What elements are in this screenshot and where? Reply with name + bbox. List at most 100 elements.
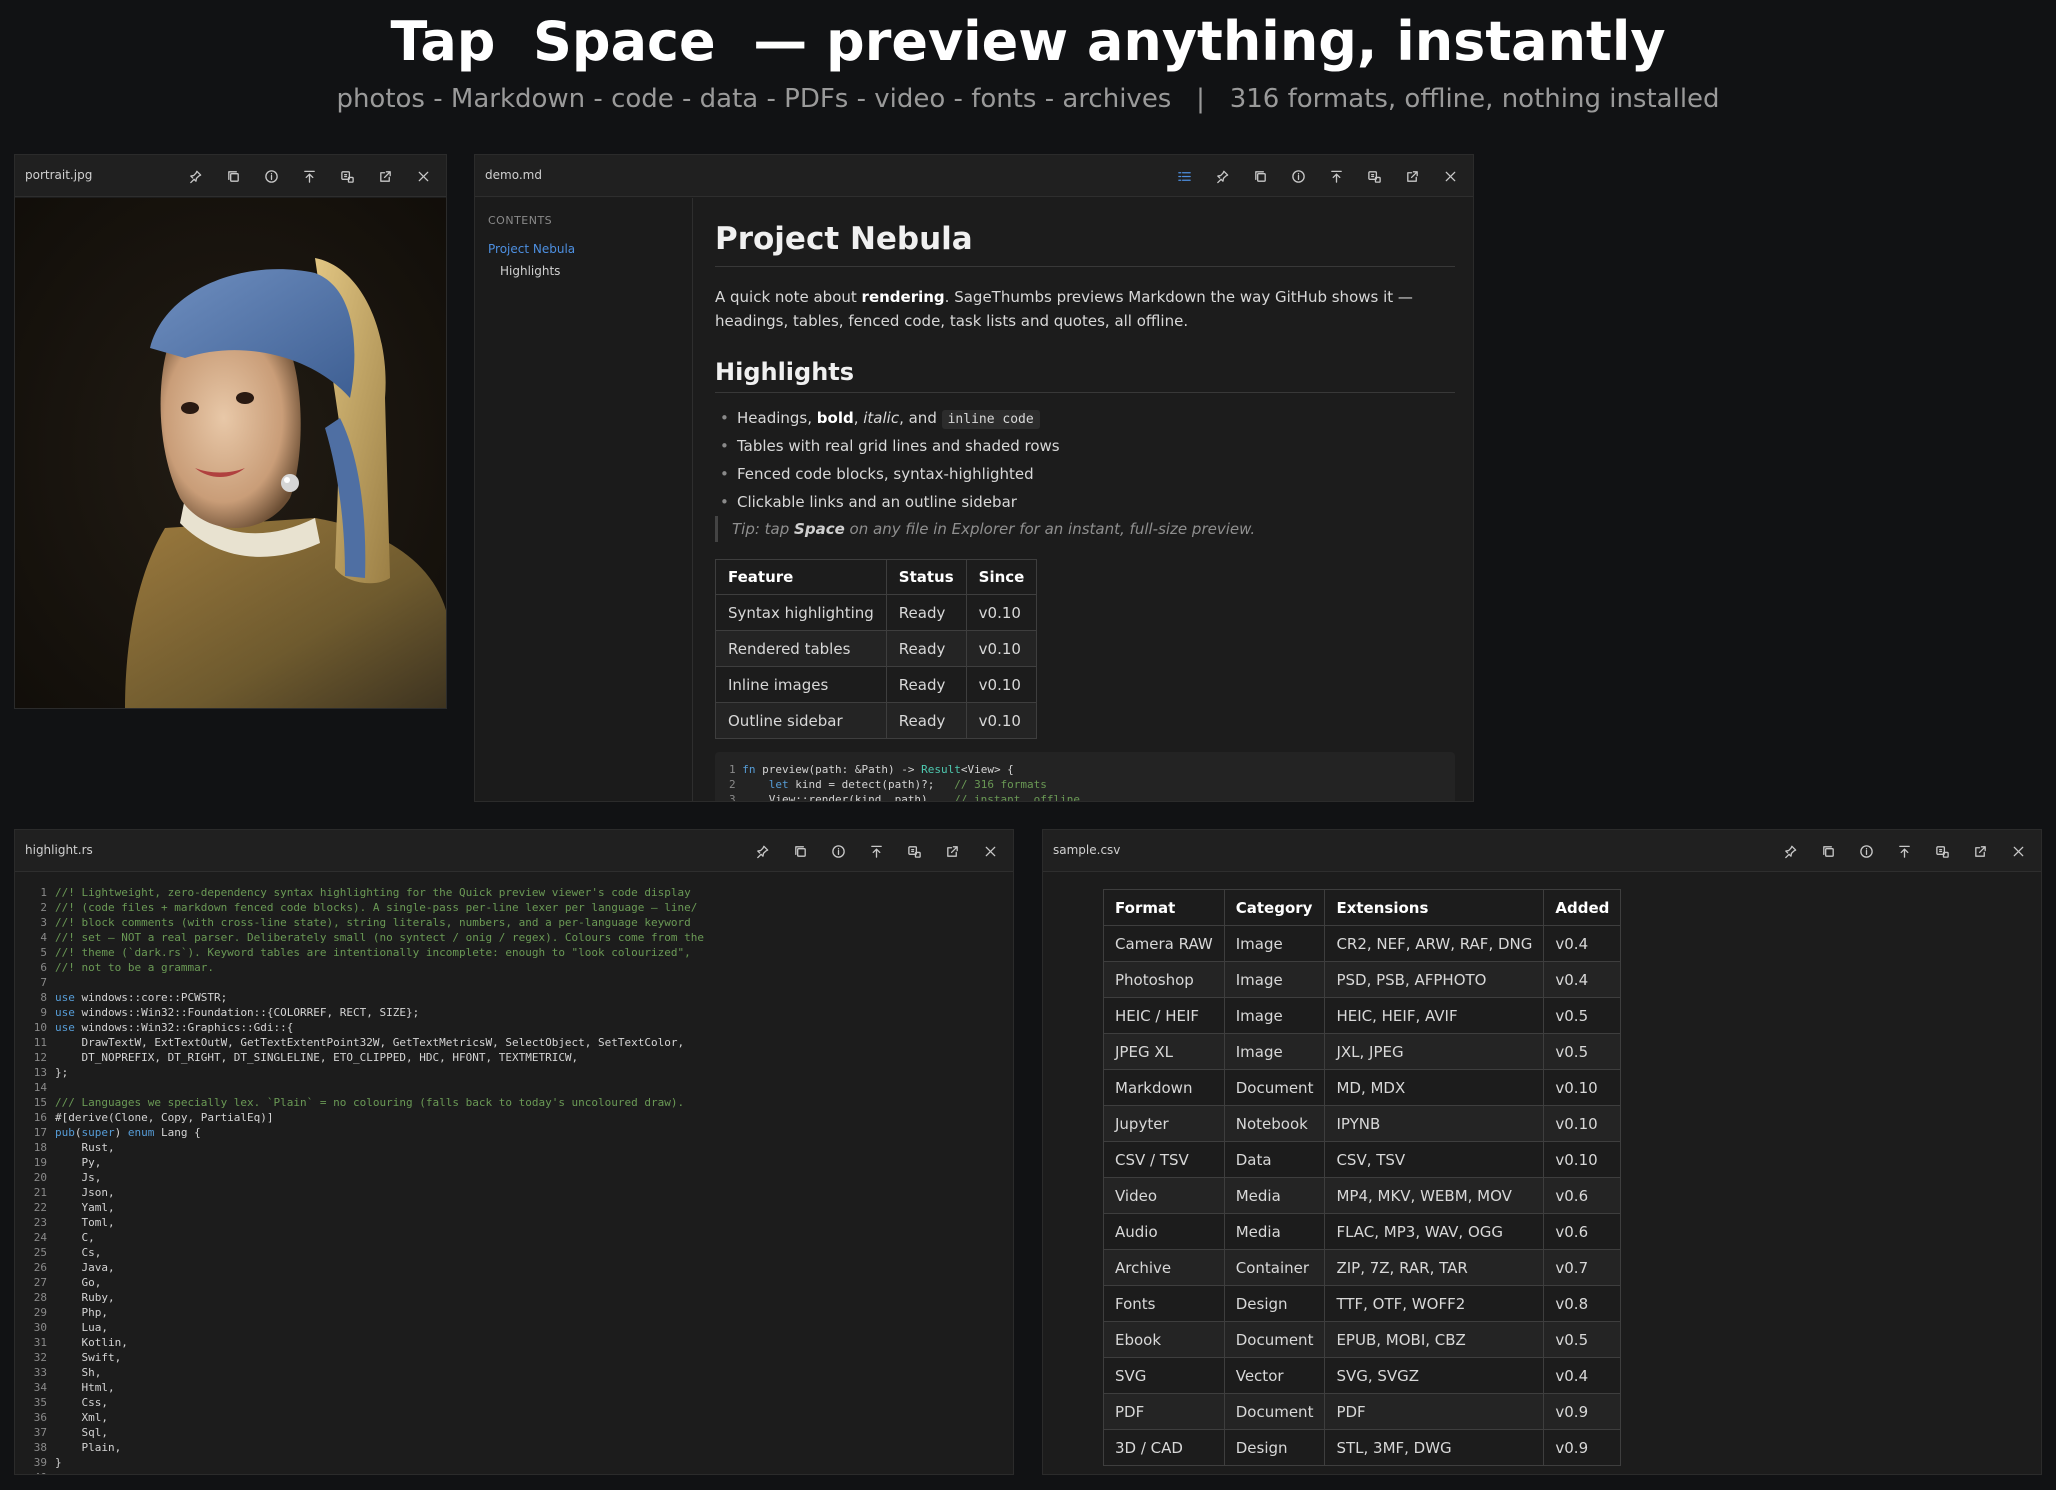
close-button[interactable] — [1431, 155, 1469, 197]
code-token: Toml, — [55, 1216, 115, 1229]
code-token: pub — [55, 1126, 75, 1139]
titlebar: portrait.jpg — [15, 155, 446, 197]
line-text: Rust, — [55, 1140, 114, 1155]
line-number: 4 — [40, 931, 47, 944]
pin-icon — [189, 170, 201, 183]
line-text: //! not to be a grammar. — [55, 960, 214, 975]
table-cell: CSV, TSV — [1324, 1141, 1545, 1178]
table-cell: Container — [1223, 1249, 1326, 1286]
copy-button[interactable] — [1809, 830, 1847, 872]
code-line: 38 Plain, — [15, 1440, 1013, 1455]
export-button[interactable] — [290, 155, 328, 197]
line-text: Yaml, — [55, 1200, 114, 1215]
tip-blockquote: Tip: tap Space on any file in Explorer f… — [715, 516, 1415, 542]
line-number: 11 — [33, 1036, 47, 1049]
code-token: // 316 formats — [954, 778, 1047, 791]
code-token: Lang { — [154, 1126, 201, 1139]
titlebar: sample.csv — [1043, 830, 2041, 872]
line-text: //! block comments (with cross-line stat… — [55, 915, 691, 930]
quote-text: Tip: tap — [732, 520, 795, 538]
copy-button[interactable] — [1241, 155, 1279, 197]
line-text: Js, — [55, 1170, 101, 1185]
open-with-icon — [340, 170, 354, 183]
line-text: DT_NOPREFIX, DT_RIGHT, DT_SINGLELINE, ET… — [55, 1050, 578, 1065]
pin-button[interactable] — [743, 830, 781, 872]
copy-icon — [794, 845, 806, 857]
code-line: 31 Kotlin, — [15, 1335, 1013, 1350]
line-text: Sql, — [55, 1425, 108, 1440]
open-with-button[interactable] — [1355, 155, 1393, 197]
fenced-code-block: 1 fn preview(path: &Path) -> Result<View… — [715, 752, 1455, 801]
pin-icon — [1784, 845, 1796, 858]
line-text: Cs, — [55, 1245, 101, 1260]
line-number: 35 — [33, 1396, 47, 1409]
code-token: windows::Win32::Foundation::{COLORREF, R… — [74, 1006, 420, 1019]
info-icon — [1291, 169, 1305, 183]
line-number: 9 — [40, 1006, 47, 1019]
table-cell: SVG — [1103, 1357, 1225, 1394]
export-button[interactable] — [1317, 155, 1355, 197]
code-line: 33 Sh, — [15, 1365, 1013, 1380]
external-link-button[interactable] — [1961, 830, 1999, 872]
code-line: 37 Sql, — [15, 1425, 1013, 1440]
table-cell: v0.6 — [1543, 1213, 1622, 1250]
code-line: 39} — [15, 1455, 1013, 1470]
code-token: enum — [127, 1126, 155, 1139]
line-text: pub(super) enum Lang { — [55, 1125, 201, 1140]
pin-button[interactable] — [1771, 830, 1809, 872]
line-text: } — [55, 1455, 62, 1470]
external-link-button[interactable] — [933, 830, 971, 872]
code-token: DT_NOPREFIX, DT_RIGHT, DT_SINGLELINE, ET… — [55, 1051, 579, 1064]
external-link-button[interactable] — [1393, 155, 1431, 197]
copy-button[interactable] — [781, 830, 819, 872]
table-cell: Document — [1223, 1321, 1326, 1358]
code-token: kind = detect(path)?; — [788, 778, 955, 791]
close-button[interactable] — [1999, 830, 2037, 872]
export-button[interactable] — [857, 830, 895, 872]
line-text: C, — [55, 1230, 94, 1245]
pin-button[interactable] — [1203, 155, 1241, 197]
window-filename: highlight.rs — [25, 843, 93, 857]
outline-item-highlights[interactable]: Highlights — [500, 264, 560, 278]
pin-button[interactable] — [176, 155, 214, 197]
open-with-button[interactable] — [1923, 830, 1961, 872]
external-link-icon — [379, 170, 391, 182]
open-with-button[interactable] — [895, 830, 933, 872]
code-line: 40 — [15, 1470, 1013, 1474]
close-button[interactable] — [971, 830, 1009, 872]
line-number: 26 — [33, 1261, 47, 1274]
copy-button[interactable] — [214, 155, 252, 197]
line-number: 1 — [729, 763, 743, 776]
table-cell: Image — [1223, 997, 1326, 1034]
table-header: Status — [885, 559, 967, 595]
info-button[interactable] — [819, 830, 857, 872]
table-cell: v0.10 — [965, 702, 1038, 739]
code-line: 34 Html, — [15, 1380, 1013, 1395]
line-text: use windows::Win32::Foundation::{COLORRE… — [55, 1005, 419, 1020]
table-cell: Jupyter — [1103, 1105, 1225, 1142]
line-number: 6 — [40, 961, 47, 974]
list-text: , and — [899, 409, 942, 427]
code-line: 7 — [15, 975, 1013, 990]
info-button[interactable] — [1279, 155, 1317, 197]
outline-item-project-nebula[interactable]: Project Nebula — [488, 242, 575, 256]
export-button[interactable] — [1885, 830, 1923, 872]
code-token: use — [55, 991, 75, 1004]
code-token: View::render(kind, path) — [742, 793, 955, 801]
code-token: Cs, — [55, 1246, 102, 1259]
line-number: 29 — [33, 1306, 47, 1319]
line-text: Plain, — [55, 1440, 121, 1455]
code-token: DrawTextW, ExtTextOutW, GetTextExtentPoi… — [55, 1036, 685, 1049]
external-link-button[interactable] — [366, 155, 404, 197]
line-number: 10 — [33, 1021, 47, 1034]
table-row: Outline sidebar Ready v0.10 — [715, 702, 1038, 739]
info-button[interactable] — [1847, 830, 1885, 872]
code-line: 3 View::render(kind, path) // instant, o… — [729, 793, 1455, 801]
info-button[interactable] — [252, 155, 290, 197]
close-button[interactable] — [404, 155, 442, 197]
table-cell: Vector — [1223, 1357, 1326, 1394]
outline-button[interactable] — [1165, 155, 1203, 197]
table-cell: v0.7 — [1543, 1249, 1622, 1286]
open-with-button[interactable] — [328, 155, 366, 197]
table-row: Ebook Document EPUB, MOBI, CBZ v0.5 — [1103, 1321, 1622, 1358]
